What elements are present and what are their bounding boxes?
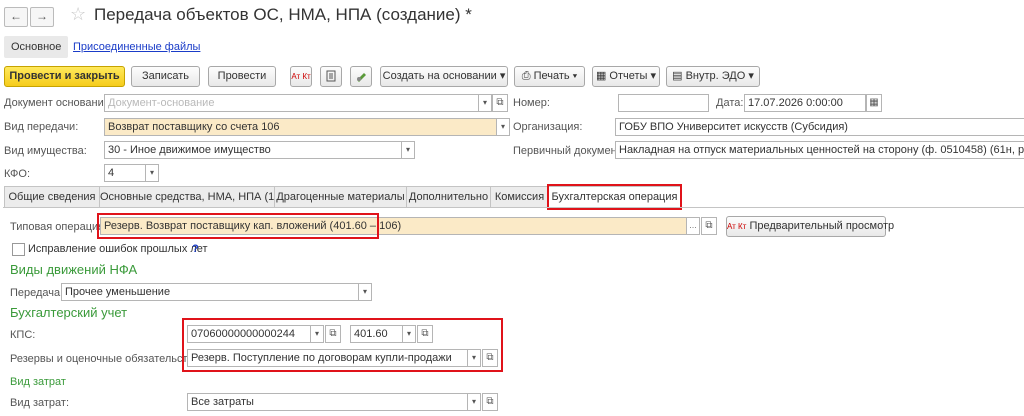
chevron-down-icon: ▾ xyxy=(650,70,657,82)
kps-dropdown[interactable]: ▾ xyxy=(310,325,324,343)
tab-general[interactable]: Общие сведения xyxy=(4,186,100,208)
dt-kt-icon[interactable]: Ат Кт xyxy=(290,66,312,87)
transfer-type-input[interactable]: Возврат поставщику со счета 106 xyxy=(104,118,497,136)
chevron-down-icon: ▾ xyxy=(572,70,578,82)
property-type-input[interactable]: 30 - Иное движимое имущество xyxy=(104,141,402,159)
typical-operation-input[interactable]: Резерв. Возврат поставщику кап. вложений… xyxy=(100,217,687,235)
account-input[interactable]: 401.60 xyxy=(350,325,403,343)
document-icon: ▤ xyxy=(672,70,683,82)
reports-dropdown[interactable]: ▦ Отчеты ▾ xyxy=(592,66,660,87)
chevron-down-icon: ▾ xyxy=(748,70,754,82)
internal-edo-dropdown[interactable]: ▤ Внутр. ЭДО ▾ xyxy=(666,66,760,87)
fix-errors-label: Исправление ошибок прошлых лет xyxy=(28,243,208,255)
arrow-right-icon: → xyxy=(36,9,48,23)
kps-input[interactable]: 07060000000000244 xyxy=(187,325,311,343)
window-title: Передача объектов ОС, НМА, НПА (создание… xyxy=(94,5,472,24)
kfo-label: КФО: xyxy=(4,168,31,180)
reserves-dropdown[interactable]: ▾ xyxy=(467,349,481,367)
kfo-input[interactable]: 4 xyxy=(104,164,146,182)
preview-button[interactable]: Ат Кт Предварительный просмотр xyxy=(726,216,894,237)
doc-basis-dropdown[interactable]: ▾ xyxy=(478,94,492,112)
doc-basis-open-button[interactable]: ⧉ xyxy=(492,94,508,112)
doc-basis-input[interactable]: Документ-основание xyxy=(104,94,479,112)
date-label: Дата: xyxy=(716,97,744,109)
cost-type-open-button[interactable]: ⧉ xyxy=(482,393,498,411)
favorite-star-icon[interactable]: ☆ xyxy=(70,4,86,25)
primary-doc-label: Первичный документ: xyxy=(513,145,625,157)
kps-open-button[interactable]: ⧉ xyxy=(325,325,341,343)
number-input[interactable] xyxy=(618,94,709,112)
tab-commission[interactable]: Комиссия xyxy=(490,186,549,208)
save-button[interactable]: Записать xyxy=(131,66,200,87)
post-button[interactable]: Провести xyxy=(208,66,276,87)
tab-accounting-operation[interactable]: Бухгалтерская операция xyxy=(548,186,681,208)
nfa-movements-header: Виды движений НФА xyxy=(10,262,138,277)
transfer-label: Передача: xyxy=(10,287,64,299)
typical-operation-open-button[interactable]: ⧉ xyxy=(701,217,717,235)
forward-button[interactable]: → xyxy=(30,7,54,27)
tab-precious-materials[interactable]: Драгоценные материалы xyxy=(274,186,407,208)
account-dropdown[interactable]: ▾ xyxy=(402,325,416,343)
transfer-dropdown[interactable]: ▾ xyxy=(358,283,372,301)
cost-type-dropdown[interactable]: ▾ xyxy=(467,393,481,411)
tab-fixed-assets[interactable]: Основные средства, НМА, НПА (1) xyxy=(99,186,278,208)
organization-label: Организация: xyxy=(513,121,583,133)
reserves-label: Резервы и оценочные обязательства: xyxy=(10,353,203,365)
primary-doc-input[interactable]: Накладная на отпуск материальных ценност… xyxy=(615,141,1024,159)
cost-type-header: Вид затрат xyxy=(10,376,66,388)
chevron-down-icon: ▾ xyxy=(499,70,506,82)
accounting-panel xyxy=(3,207,1024,416)
transfer-type-label: Вид передачи: xyxy=(4,121,79,133)
reserves-open-button[interactable]: ⧉ xyxy=(482,349,498,367)
calendar-icon[interactable]: ▦ xyxy=(866,94,882,112)
create-based-on-dropdown[interactable]: Создать на основании ▾ xyxy=(380,66,508,87)
kfo-dropdown[interactable]: ▾ xyxy=(145,164,159,182)
tab-attached-files[interactable]: Присоединенные файлы xyxy=(66,36,207,58)
reserves-input[interactable]: Резерв. Поступление по договорам купли-п… xyxy=(187,349,468,367)
report-icon: ▦ xyxy=(595,70,607,82)
tab-additional[interactable]: Дополнительно xyxy=(406,186,491,208)
post-and-close-button[interactable]: Провести и закрыть xyxy=(4,66,125,87)
transfer-type-dropdown[interactable]: ▾ xyxy=(496,118,510,136)
property-type-dropdown[interactable]: ▾ xyxy=(401,141,415,159)
transfer-input[interactable]: Прочее уменьшение xyxy=(61,283,359,301)
edit-icon[interactable] xyxy=(350,66,372,87)
back-button[interactable]: ← xyxy=(4,7,28,27)
accounting-header: Бухгалтерский учет xyxy=(10,305,128,320)
print-dropdown[interactable]: ⎙ Печать ▾ xyxy=(514,66,585,87)
cost-type-input[interactable]: Все затраты xyxy=(187,393,468,411)
date-input[interactable]: 17.07.2026 0:00:00 xyxy=(744,94,866,112)
help-icon[interactable]: ? xyxy=(192,243,199,255)
account-open-button[interactable]: ⧉ xyxy=(417,325,433,343)
doc-basis-label: Документ основание: xyxy=(4,97,113,109)
arrow-left-icon: ← xyxy=(10,9,22,23)
dt-kt-icon: Ат Кт xyxy=(727,222,747,231)
cost-type-label: Вид затрат: xyxy=(10,397,70,409)
typical-operation-label: Типовая операция: xyxy=(10,221,108,233)
tab-main[interactable]: Основное xyxy=(4,36,69,58)
list-icon[interactable] xyxy=(320,66,342,87)
number-label: Номер: xyxy=(513,97,550,109)
organization-input[interactable]: ГОБУ ВПО Университет искусств (Субсидия) xyxy=(615,118,1024,136)
typical-operation-select-button[interactable]: … xyxy=(686,217,700,235)
fix-errors-checkbox[interactable] xyxy=(12,243,25,256)
printer-icon: ⎙ xyxy=(521,70,531,82)
property-type-label: Вид имущества: xyxy=(4,145,87,157)
kps-label: КПС: xyxy=(10,329,36,341)
